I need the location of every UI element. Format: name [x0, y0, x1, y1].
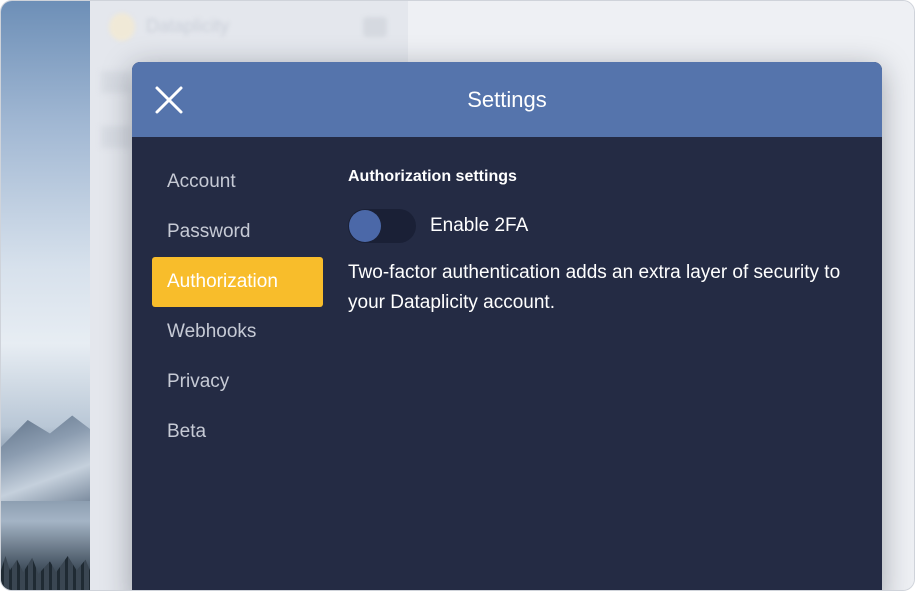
- section-title: Authorization settings: [348, 168, 517, 185]
- nav-item-password[interactable]: Password: [152, 207, 323, 257]
- wallpaper-mountain: [1, 415, 90, 501]
- modal-title: Settings: [467, 87, 547, 112]
- modal-header: Settings: [132, 62, 882, 137]
- window-frame: Dataplicity Settings Account Password Au…: [0, 0, 915, 591]
- nav-item-account[interactable]: Account: [152, 157, 323, 207]
- toggle-knob: [349, 210, 381, 242]
- close-icon: [155, 86, 183, 114]
- desktop-wallpaper: [1, 1, 90, 590]
- nav-item-beta[interactable]: Beta: [152, 407, 323, 457]
- background-app-row: [101, 71, 131, 93]
- nav-item-authorization[interactable]: Authorization: [152, 257, 323, 307]
- settings-modal: Settings Account Password Authorization …: [132, 62, 882, 590]
- wallpaper-trees: [1, 556, 90, 590]
- enable-2fa-toggle[interactable]: [348, 209, 416, 243]
- nav-item-privacy[interactable]: Privacy: [152, 357, 323, 407]
- 2fa-description: Two-factor authentication adds an extra …: [348, 262, 841, 313]
- 2fa-toggle-row: Enable 2FA: [348, 208, 858, 244]
- background-app-row: [101, 126, 131, 148]
- close-button[interactable]: [154, 85, 184, 115]
- background-app-logo-icon: [109, 13, 135, 41]
- background-app-title: Dataplicity: [146, 16, 230, 36]
- enable-2fa-label: Enable 2FA: [430, 215, 529, 236]
- settings-nav: Account Password Authorization Webhooks …: [152, 157, 323, 457]
- nav-item-webhooks[interactable]: Webhooks: [152, 307, 323, 357]
- background-app-menu-button: [363, 17, 387, 37]
- authorization-panel: Authorization settings Enable 2FA Two-fa…: [348, 166, 858, 318]
